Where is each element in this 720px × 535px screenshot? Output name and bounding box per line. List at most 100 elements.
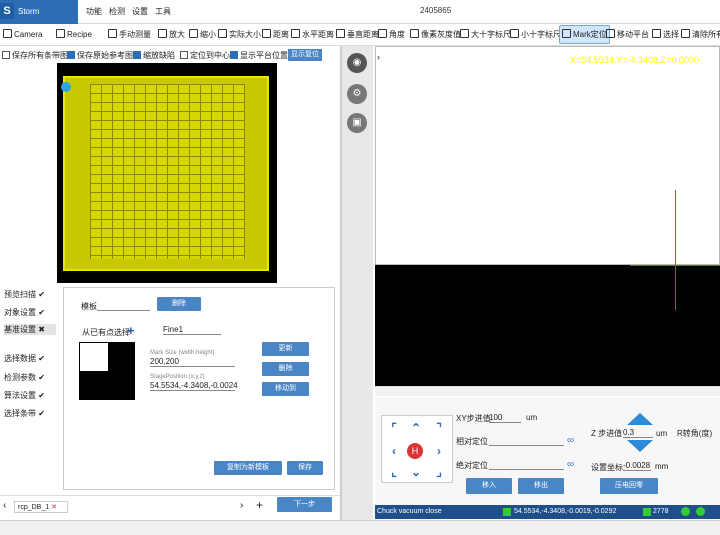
sidebar-item-object[interactable]: 对象设置 ✔ (4, 307, 45, 318)
jog-up-icon[interactable]: ⌃ (405, 418, 427, 438)
recipe-tab[interactable]: rcp_DB_1 ✕ (14, 501, 68, 513)
jog-down-icon[interactable]: ⌄ (405, 462, 427, 482)
sidebar-item-preview[interactable]: 预览扫描 ✔ (4, 289, 45, 300)
add-tab-icon[interactable]: + (256, 498, 263, 512)
mark-size-field[interactable]: 200,200 (150, 357, 235, 367)
delete-button[interactable]: 删除 (262, 362, 309, 376)
move-to-button[interactable]: 移动到 (262, 382, 309, 396)
add-icon[interactable]: + (127, 323, 135, 338)
camera-icon (3, 29, 12, 38)
jog-dl-icon[interactable]: ⌞ (383, 462, 405, 482)
save-orig-ref-checkbox[interactable]: 保存原始参考图 (67, 50, 133, 61)
sidebar-item-data[interactable]: 选择数据 ✔ (4, 353, 45, 364)
cursor-icon (652, 29, 661, 38)
zoom-out-icon (189, 29, 198, 38)
jog-ur-icon[interactable]: ⌝ (428, 418, 450, 438)
delete-template-button[interactable]: 删除 (157, 297, 201, 311)
coordinate-readout: X=54.5534,Y=-4.3408,Z=0.0000 (570, 55, 699, 65)
camera-frame-bright (375, 46, 720, 265)
template-select[interactable] (97, 298, 150, 311)
clear-all-button[interactable]: 清除所有 (681, 24, 720, 45)
pixel-gray-button[interactable]: 像素灰度值 (410, 24, 461, 45)
sidebar-item-params[interactable]: 检测参数 ✔ (4, 372, 45, 383)
image-icon[interactable]: ▣ (347, 113, 367, 133)
select-button[interactable]: 选择 (652, 24, 679, 45)
prev-tab-icon[interactable]: ‹ (3, 500, 6, 511)
status-message: Chuck vacuum close (377, 508, 442, 515)
os-taskbar (0, 520, 720, 535)
next-tab-icon[interactable]: › (240, 500, 243, 511)
save-all-images-checkbox[interactable]: 保存所有条带图 (2, 50, 68, 61)
status-led-icon (503, 508, 511, 516)
mark-icon (562, 29, 571, 38)
actual-size-button[interactable]: 实际大小 (218, 24, 261, 45)
sidebar-item-strip[interactable]: 选择条带 ✔ (4, 408, 45, 419)
die-grid[interactable] (90, 84, 245, 259)
menu-settings[interactable]: 设置 (132, 0, 148, 24)
small-cross-icon (510, 29, 519, 38)
copy-new-template-button[interactable]: 复制为新模板 (214, 461, 282, 475)
jog-left-icon[interactable]: ‹ (383, 441, 405, 461)
set-coord-field[interactable]: -0.0028 (623, 461, 651, 471)
crosshair-h (630, 265, 720, 266)
xy-step-unit: um (526, 413, 538, 422)
title-bar (0, 0, 720, 24)
xy-step-field[interactable]: 100 (489, 413, 521, 423)
show-reset-button[interactable]: 显示复位 (288, 49, 322, 61)
jog-ul-icon[interactable]: ⌜ (383, 418, 405, 438)
save-button[interactable]: 保存 (287, 461, 323, 475)
angle-button[interactable]: 角度 (378, 24, 405, 45)
h-distance-button[interactable]: 水平距离 (291, 24, 334, 45)
move-stage-button[interactable]: 移动平台 (606, 24, 649, 45)
cross-icon (460, 29, 469, 38)
big-cross-button[interactable]: 大十字标尺 (460, 24, 511, 45)
jog-right-icon[interactable]: › (428, 441, 450, 461)
status-led2-icon (643, 508, 651, 516)
rel-go-icon[interactable]: ∞ (567, 435, 574, 446)
xy-step-label: XY步进值 (456, 414, 491, 423)
abs-go-icon[interactable]: ∞ (567, 459, 574, 470)
menu-tools[interactable]: 工具 (155, 0, 171, 24)
home-icon[interactable]: H (407, 443, 423, 459)
rel-pos-field[interactable] (489, 438, 564, 446)
menu-function[interactable]: 功能 (86, 0, 102, 24)
template-image-quadrant (80, 343, 108, 371)
camera-snap-icon[interactable]: ◉ (347, 53, 367, 73)
move-out-button[interactable]: 移出 (518, 478, 564, 494)
app-logo-icon: S (0, 3, 14, 19)
camera-scrollbar[interactable] (375, 386, 720, 396)
next-step-button[interactable]: 下一步 (277, 497, 332, 512)
pen-icon (262, 29, 271, 38)
collapse-icon[interactable]: › (377, 52, 380, 62)
locate-center-checkbox[interactable]: 定位到中心 (180, 50, 230, 61)
z-up-icon[interactable] (627, 413, 653, 425)
fit-icon (218, 29, 227, 38)
manual-measure-button[interactable]: 手动测量 (108, 24, 151, 45)
z-step-field[interactable]: 0.3 (623, 428, 653, 438)
show-stage-pos-checkbox[interactable]: 显示平台位置 (230, 50, 288, 61)
sidebar-item-algorithm[interactable]: 算法设置 ✔ (4, 390, 45, 401)
camera-settings-icon[interactable]: ⚙ (347, 84, 367, 104)
r-angle-label: R转角(度) (677, 429, 713, 438)
zoom-defect-checkbox[interactable]: 缩放缺陷 (133, 50, 175, 61)
distance-button[interactable]: 距离 (262, 24, 289, 45)
close-tab-icon: ✕ (51, 504, 57, 511)
z-down-icon[interactable] (627, 440, 653, 452)
jog-dr-icon[interactable]: ⌟ (428, 462, 450, 482)
zoom-out-button[interactable]: 缩小 (189, 24, 216, 45)
small-cross-button[interactable]: 小十字标尺 (510, 24, 561, 45)
move-in-button[interactable]: 移入 (466, 478, 512, 494)
update-button[interactable]: 更新 (262, 342, 309, 356)
camera-button[interactable]: Camera (3, 24, 42, 45)
menu-inspect[interactable]: 检测 (109, 0, 125, 24)
sidebar-item-reference[interactable]: 基准设置 ✖ (4, 324, 56, 335)
fine-select[interactable]: Fine1 (163, 325, 221, 335)
abs-pos-field[interactable] (489, 462, 564, 470)
recipe-button[interactable]: Recipe (56, 24, 92, 45)
mark-locate-button[interactable]: Mark定位 (559, 25, 610, 44)
zoom-in-button[interactable]: 放大 (158, 24, 185, 45)
stage-pos-field[interactable]: 54.5534,-4.3408,-0.0024 (150, 381, 238, 391)
v-distance-button[interactable]: 垂直距离 (336, 24, 379, 45)
set-coord-unit: mm (655, 462, 669, 471)
piezo-zero-button[interactable]: 压电回零 (600, 478, 658, 494)
